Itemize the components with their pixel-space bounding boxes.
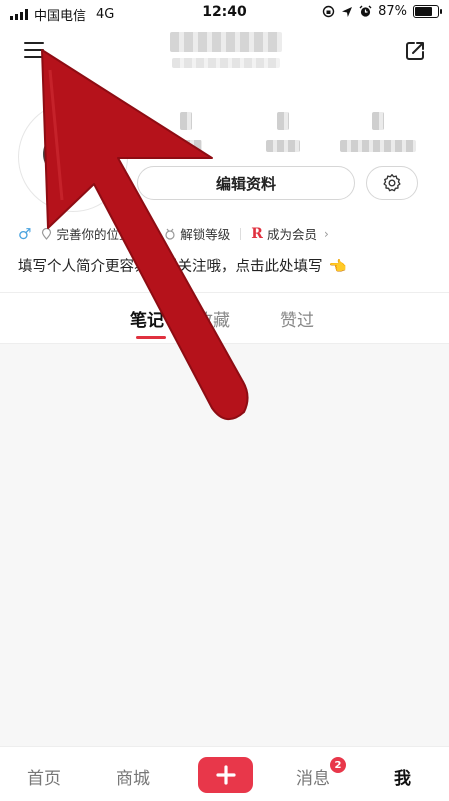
follow-label-blurred xyxy=(172,140,202,152)
bio-text: 填写个人简介更容易获得关注哦，点击此处填写 xyxy=(18,259,323,275)
nav-me[interactable]: 我 xyxy=(394,764,411,789)
medal-icon xyxy=(165,228,175,240)
settings-button[interactable] xyxy=(366,166,418,200)
active-tab-indicator xyxy=(136,336,166,339)
menu-icon[interactable] xyxy=(24,42,44,59)
profile-tags: ♂ 完善你的位置 › 解锁等级 R 成为会员 › xyxy=(18,224,329,243)
tab-liked[interactable]: 赞过 xyxy=(280,306,314,331)
share-icon[interactable] xyxy=(405,41,425,61)
profile-tabs: 笔记 收藏 赞过 xyxy=(0,306,449,339)
battery-icon xyxy=(413,5,442,18)
fans-label-blurred xyxy=(266,140,300,152)
username-blurred xyxy=(170,32,282,52)
member-tag[interactable]: R 成为会员 › xyxy=(251,224,328,243)
chevron-right-icon: › xyxy=(323,226,329,241)
bio-prompt[interactable]: 填写个人简介更容易获得关注哦，点击此处填写 👈 xyxy=(18,255,347,276)
chevron-right-icon: › xyxy=(138,226,144,241)
pointing-hand-icon: 👈 xyxy=(328,259,347,275)
nav-messages[interactable]: 消息 xyxy=(296,764,330,789)
rotation-lock-icon xyxy=(322,5,335,18)
location-tag[interactable]: 完善你的位置 › xyxy=(41,224,143,243)
tab-collections[interactable]: 收藏 xyxy=(196,306,230,331)
user-id-blurred xyxy=(172,58,280,68)
likes-label-blurred xyxy=(340,140,416,152)
alarm-icon xyxy=(359,5,372,17)
avatar[interactable] xyxy=(18,102,128,212)
location-icon xyxy=(342,6,353,17)
male-icon: ♂ xyxy=(18,224,32,243)
divider xyxy=(0,292,449,293)
location-tag-label: 完善你的位置 xyxy=(56,227,132,242)
tab-notes[interactable]: 笔记 xyxy=(130,306,164,331)
member-tag-label: 成为会员 xyxy=(266,227,317,242)
nav-mall[interactable]: 商城 xyxy=(116,764,150,789)
nav-home[interactable]: 首页 xyxy=(27,764,61,789)
gear-icon xyxy=(383,174,401,192)
fans-count-blurred[interactable] xyxy=(277,112,289,130)
location-pin-icon xyxy=(42,227,52,240)
likes-count-blurred[interactable] xyxy=(372,112,384,130)
level-tag[interactable]: 解锁等级 xyxy=(164,224,230,243)
add-post-button[interactable] xyxy=(198,757,253,793)
notes-content-area xyxy=(0,344,449,746)
messages-badge: 2 xyxy=(329,756,347,774)
battery-fill xyxy=(415,7,432,16)
battery-percent: 87% xyxy=(378,4,407,19)
edit-profile-button[interactable]: 编辑资料 xyxy=(137,166,355,200)
follow-count-blurred[interactable] xyxy=(180,112,192,130)
plus-icon xyxy=(215,765,236,785)
member-r-icon: R xyxy=(251,225,263,242)
status-bar: 中国电信 4G 12:40 87% xyxy=(0,0,449,26)
bottom-nav: 首页 商城 消息 2 我 xyxy=(0,746,449,801)
level-tag-label: 解锁等级 xyxy=(180,227,231,242)
